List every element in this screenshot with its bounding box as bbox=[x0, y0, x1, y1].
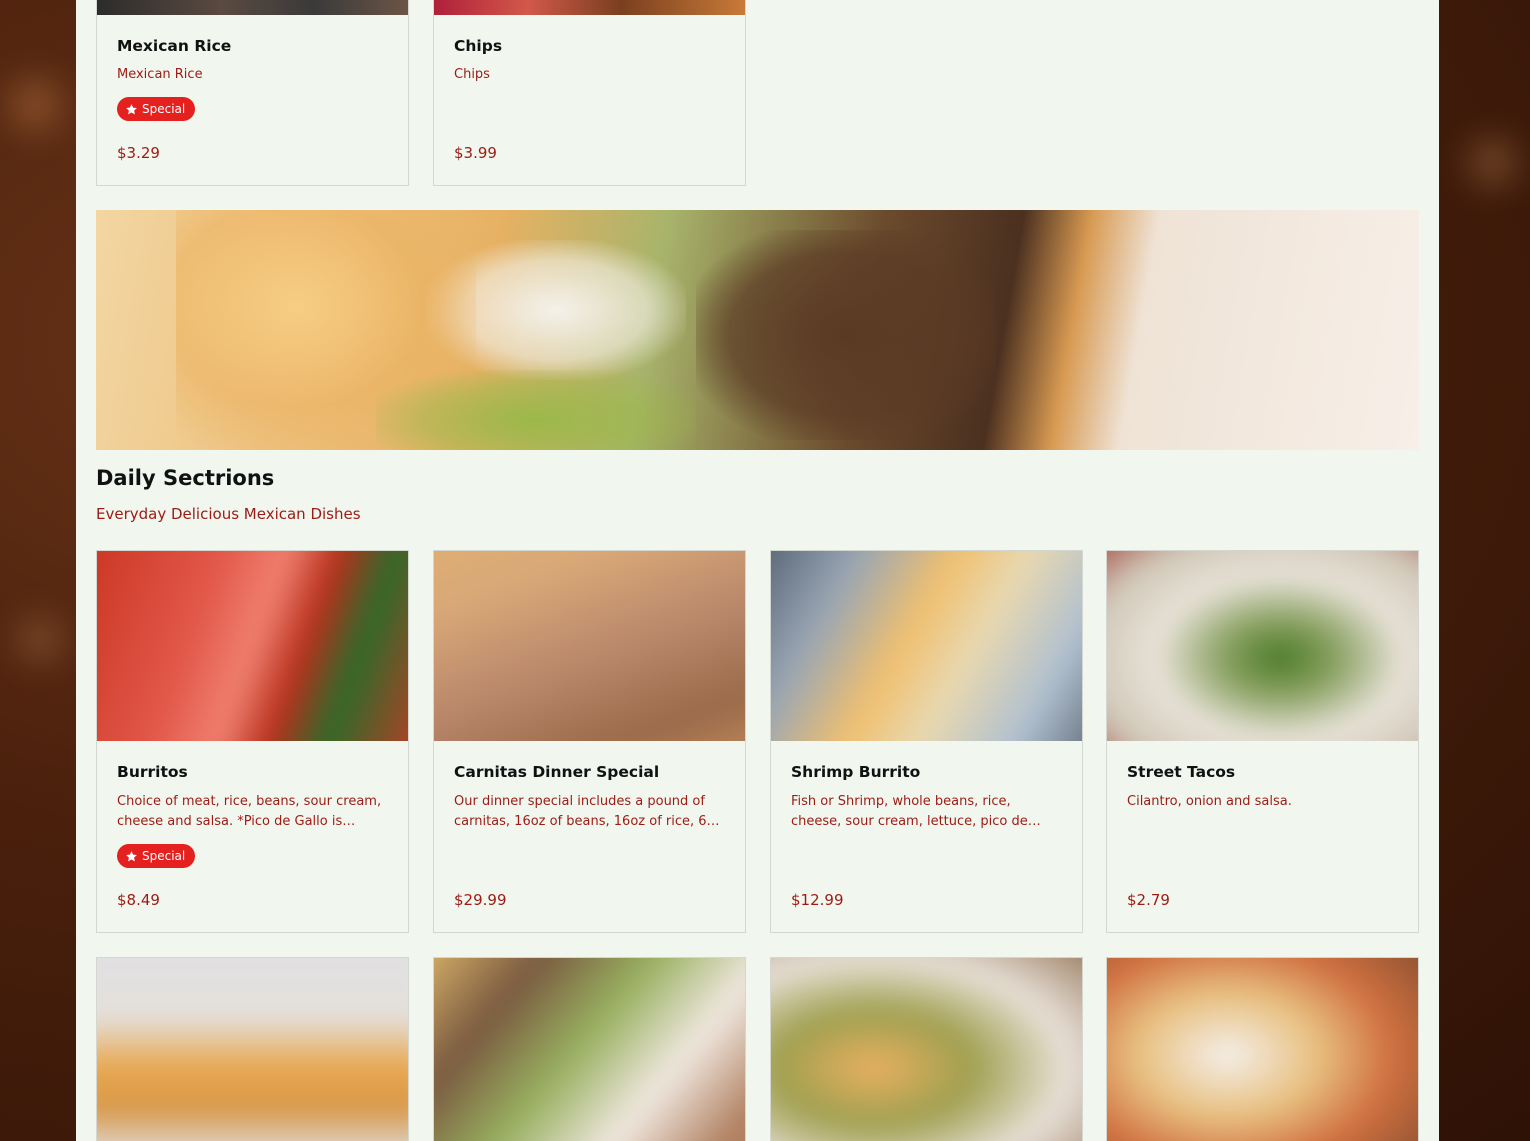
menu-item-image bbox=[434, 958, 745, 1141]
menu-item-image bbox=[97, 551, 408, 741]
menu-item-card[interactable]: Burritos Choice of meat, rice, beans, so… bbox=[96, 550, 409, 933]
menu-item-card[interactable]: Chips Chips $3.99 bbox=[433, 0, 746, 186]
menu-item-card[interactable] bbox=[433, 957, 746, 1141]
special-badge: Special bbox=[117, 844, 196, 868]
menu-item-title: Carnitas Dinner Special bbox=[454, 763, 660, 781]
menu-page: Mexican Rice Mexican Rice Special $3.29 … bbox=[76, 0, 1439, 1141]
star-icon bbox=[126, 103, 137, 114]
menu-item-title: Chips bbox=[454, 37, 503, 55]
menu-item-price: $12.99 bbox=[791, 891, 844, 909]
section-banner-image bbox=[96, 210, 1419, 450]
menu-item-title: Mexican Rice bbox=[117, 37, 232, 55]
menu-item-image bbox=[771, 551, 1082, 741]
menu-item-card[interactable]: Mexican Rice Mexican Rice Special $3.29 bbox=[96, 0, 409, 186]
menu-item-description: Cilantro, onion and salsa. bbox=[1127, 794, 1292, 809]
menu-item-card[interactable]: Carnitas Dinner Special Our dinner speci… bbox=[433, 550, 746, 933]
badge-label: Special bbox=[142, 849, 186, 863]
star-icon bbox=[126, 850, 137, 861]
menu-item-description: Chips bbox=[454, 67, 490, 82]
menu-item-price: $2.79 bbox=[1127, 891, 1170, 909]
menu-item-image bbox=[434, 0, 745, 15]
menu-item-card[interactable] bbox=[96, 957, 409, 1141]
background-decoration bbox=[1470, 140, 1515, 185]
section-subtitle: Everyday Delicious Mexican Dishes bbox=[96, 505, 361, 523]
menu-item-card[interactable]: Shrimp Burrito Fish or Shrimp, whole bea… bbox=[770, 550, 1083, 933]
menu-item-image bbox=[97, 958, 408, 1141]
menu-item-image bbox=[1107, 551, 1418, 741]
menu-item-image bbox=[1107, 958, 1418, 1141]
menu-item-price: $29.99 bbox=[454, 891, 507, 909]
menu-item-card[interactable] bbox=[770, 957, 1083, 1141]
menu-item-card[interactable]: Street Tacos Cilantro, onion and salsa. … bbox=[1106, 550, 1419, 933]
special-badge: Special bbox=[117, 97, 196, 121]
menu-item-card[interactable] bbox=[1106, 957, 1419, 1141]
menu-item-price: $3.29 bbox=[117, 144, 160, 162]
badge-label: Special bbox=[142, 102, 186, 116]
section-title: Daily Sectrions bbox=[96, 466, 275, 490]
background-decoration bbox=[10, 80, 60, 130]
menu-item-description: Fish or Shrimp, whole beans, rice, chees… bbox=[791, 794, 1028, 829]
menu-item-price: $3.99 bbox=[454, 144, 497, 162]
menu-item-description: Mexican Rice bbox=[117, 67, 203, 82]
menu-item-description: Our dinner special includes a pound of c… bbox=[454, 794, 720, 829]
menu-item-description: Choice of meat, rice, beans, sour cream,… bbox=[117, 794, 382, 829]
menu-item-title: Street Tacos bbox=[1127, 763, 1236, 781]
menu-item-title: Shrimp Burrito bbox=[791, 763, 921, 781]
menu-item-price: $8.49 bbox=[117, 891, 160, 909]
background-decoration bbox=[20, 620, 60, 660]
menu-item-image bbox=[97, 0, 408, 15]
menu-item-title: Burritos bbox=[117, 763, 188, 781]
menu-item-image bbox=[434, 551, 745, 741]
menu-item-image bbox=[771, 958, 1082, 1141]
